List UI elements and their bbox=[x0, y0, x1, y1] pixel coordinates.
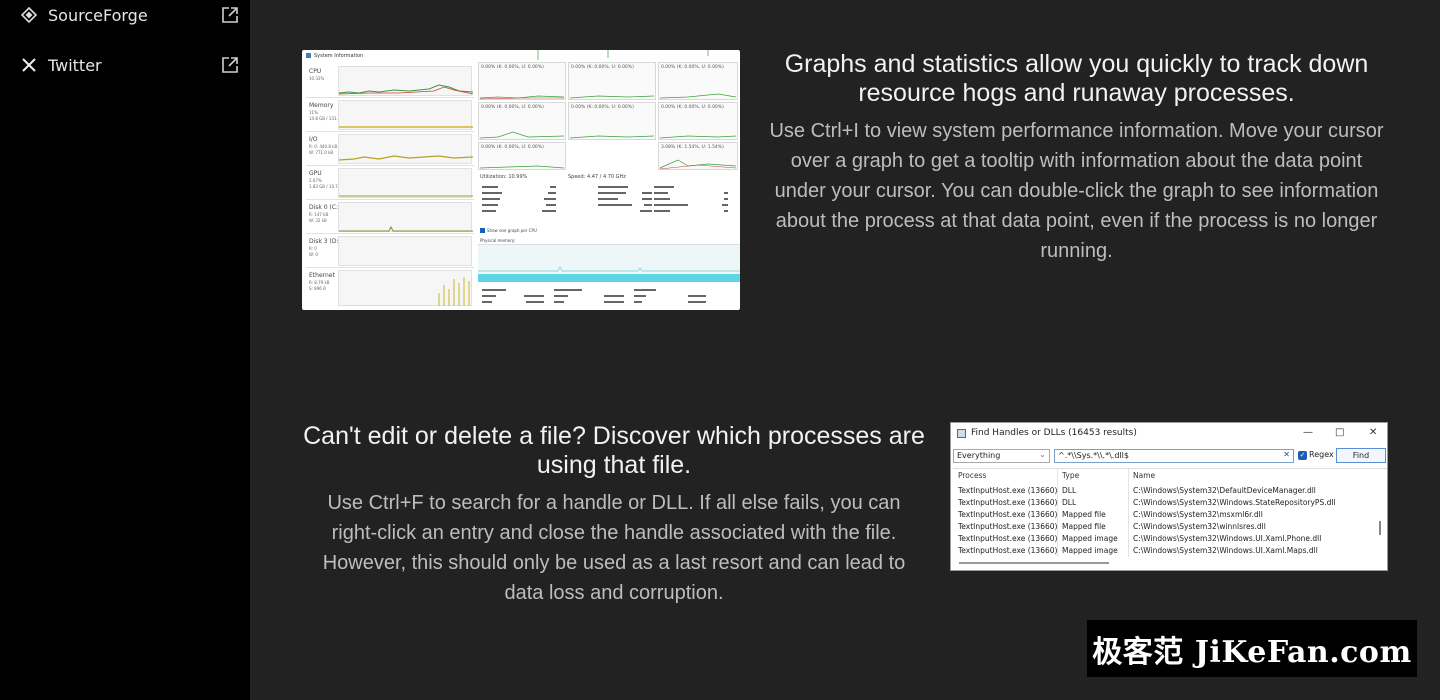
chevron-down-icon: ⌄ bbox=[1039, 450, 1046, 459]
close-icon[interactable]: ✕ bbox=[1369, 427, 1377, 438]
external-link-icon bbox=[220, 55, 240, 75]
resource-row: Disk 3 (D:) R: 0 W: 0 bbox=[306, 234, 474, 268]
find-button[interactable]: Find bbox=[1336, 448, 1386, 463]
x-twitter-icon bbox=[20, 56, 38, 74]
table-row[interactable]: TextInputHost.exe (13660) DLL C:\Windows… bbox=[953, 498, 1373, 510]
find-handles-screenshot: Find Handles or DLLs (16453 results) — □… bbox=[950, 422, 1388, 571]
memory-graph bbox=[338, 100, 473, 130]
sidebar-link-sourceforge[interactable]: SourceForge bbox=[20, 3, 242, 27]
feature-description: Use Ctrl+I to view system performance in… bbox=[769, 120, 1384, 262]
clear-icon[interactable]: ✕ bbox=[1283, 450, 1290, 459]
horizontal-scrollbar[interactable] bbox=[959, 562, 1109, 564]
physical-memory-graph bbox=[478, 244, 740, 282]
table-row[interactable]: TextInputHost.exe (13660) Mapped file C:… bbox=[953, 522, 1373, 534]
per-cpu-graphs: 0.00% (K: 0.00%, U: 0.00%) 0.00% (K: 0.0… bbox=[478, 50, 740, 170]
gpu-graph bbox=[338, 168, 473, 198]
resource-row: CPU 10.33% bbox=[306, 64, 474, 98]
watermark-logo: 极客范 JiKeFan.com bbox=[1087, 620, 1417, 677]
cpu-activity-lines bbox=[479, 50, 737, 170]
regex-label: Regex bbox=[1309, 450, 1334, 459]
column-header[interactable]: Name bbox=[1133, 471, 1155, 480]
search-input[interactable]: ^.*\\Sys.*\\.*\.dll$ ✕ bbox=[1054, 449, 1294, 463]
cpu-statistics: Utilization: 10.99% Speed: 4.47 / 4.70 G… bbox=[478, 172, 740, 310]
column-header[interactable]: Type bbox=[1062, 471, 1079, 480]
speed-value: 4.47 / 4.70 GHz bbox=[586, 174, 626, 180]
handle-type-select[interactable]: Everything ⌄ bbox=[953, 449, 1050, 463]
stats-table bbox=[482, 186, 728, 212]
results-table: Process Type Name TextInputHost.exe (136… bbox=[953, 468, 1387, 568]
disk3-graph bbox=[338, 236, 472, 266]
resource-row: I/O R: 0: 440.8 kB W: 771.0 kB bbox=[306, 132, 474, 166]
resource-list: CPU 10.33% Memory 11% 14.8 GB / 131.0 GB… bbox=[306, 64, 474, 308]
regex-checkbox[interactable]: ✓ bbox=[1298, 451, 1307, 460]
window-icon bbox=[957, 429, 966, 438]
window-title: Find Handles or DLLs (16453 results) bbox=[971, 428, 1137, 438]
table-row[interactable]: TextInputHost.exe (13660) Mapped file C:… bbox=[953, 510, 1373, 522]
feature-title: Graphs and statistics allow you quickly … bbox=[784, 50, 1369, 107]
cpu-graph bbox=[338, 66, 474, 96]
ethernet-graph bbox=[338, 270, 472, 306]
disk0-graph bbox=[338, 202, 473, 232]
sidebar-link-label: SourceForge bbox=[48, 5, 148, 25]
feature-description: Use Ctrl+F to search for a handle or DLL… bbox=[322, 492, 906, 604]
feature-title: Can't edit or delete a file? Discover wh… bbox=[303, 422, 925, 479]
sidebar: SourceForge Twitter bbox=[0, 0, 250, 700]
maximize-icon[interactable]: □ bbox=[1335, 427, 1344, 438]
sidebar-link-twitter[interactable]: Twitter bbox=[20, 53, 242, 77]
resource-row: Disk 0 (C:) R: 147 kB W: 32 kB bbox=[306, 200, 474, 234]
minimize-icon[interactable]: — bbox=[1303, 427, 1313, 438]
checkbox-icon[interactable] bbox=[480, 228, 485, 233]
resource-row: Memory 11% 14.8 GB / 131.0 GB bbox=[306, 98, 474, 132]
resource-row: Ethernet R: 8.79 kB S: 896 B bbox=[306, 268, 474, 308]
table-row[interactable]: TextInputHost.exe (13660) Mapped image C… bbox=[953, 546, 1373, 558]
window-title: System Information bbox=[302, 50, 477, 62]
external-link-icon bbox=[220, 5, 240, 25]
sidebar-link-label: Twitter bbox=[48, 55, 102, 75]
vertical-scrollbar[interactable] bbox=[1379, 521, 1381, 535]
resource-row: GPU 2.67% 1.83 GB / 10.79 GB bbox=[306, 166, 474, 200]
table-row[interactable]: TextInputHost.exe (13660) DLL C:\Windows… bbox=[953, 486, 1373, 498]
utilization-value: 10.99% bbox=[508, 174, 528, 180]
io-graph bbox=[338, 134, 474, 164]
system-information-screenshot: System Information CPU 10.33% Memory 11%… bbox=[302, 50, 740, 310]
memory-summary bbox=[482, 289, 706, 303]
table-row[interactable]: TextInputHost.exe (13660) Mapped image C… bbox=[953, 534, 1373, 546]
column-header[interactable]: Process bbox=[958, 471, 986, 480]
sourceforge-icon bbox=[20, 6, 38, 24]
